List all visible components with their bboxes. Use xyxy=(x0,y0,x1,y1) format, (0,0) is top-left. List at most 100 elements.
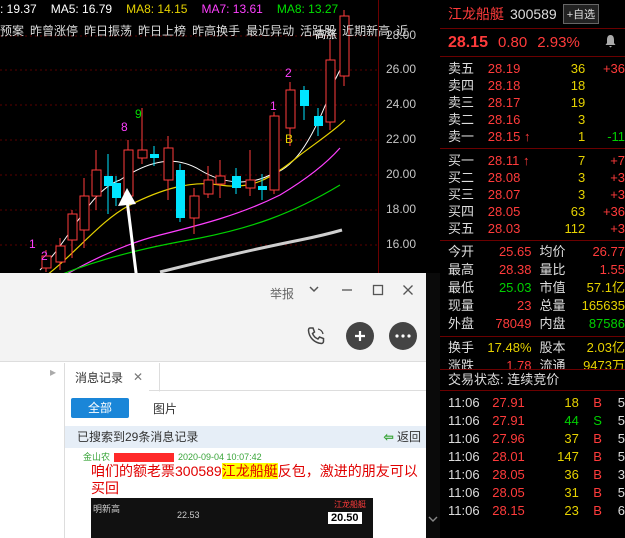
bid-row: 买一 28.11 ↑ 7 +7 xyxy=(448,153,625,168)
candle-body xyxy=(91,169,102,197)
function-bar: 预案 昨曾涨停 昨日振荡 昨日上榜 昨高换手 最近异动 活跃股 近期新高近 xyxy=(0,22,414,40)
chart-label-nine: 9 xyxy=(135,107,142,121)
tick-row: 11:06 27.91 44 S 5 xyxy=(448,413,625,428)
price-tick: 20.00 xyxy=(386,167,417,181)
ma-legend: : 19.37 MA5: 16.79 MA8: 14.15 MA7: 13.61 MA8… xyxy=(0,0,352,18)
close-icon[interactable] xyxy=(402,284,414,299)
candle-body xyxy=(285,89,296,129)
add-watchlist-label: 自选 xyxy=(573,9,596,21)
ask-row: 卖二 28.16 3 xyxy=(448,112,586,127)
filter-all-button[interactable]: 全部 xyxy=(71,398,129,418)
stat-row: 最高 28.38 量比 1.55 xyxy=(448,262,625,277)
candle-body xyxy=(79,195,90,231)
report-button[interactable]: 举报 xyxy=(270,285,294,302)
candle-body xyxy=(258,186,267,190)
message-image[interactable]: 明新高 22.53 江龙船艇 20.50 xyxy=(91,498,373,538)
back-arrow-icon: ⇦ xyxy=(383,430,394,444)
search-result-bar: 已搜索到29条消息记录 ⇦ 返回 xyxy=(65,426,427,448)
filter-images-button[interactable]: 图片 xyxy=(153,400,177,417)
ma-line-gray xyxy=(159,228,343,274)
candle-body xyxy=(123,149,134,197)
candle-body xyxy=(112,183,121,198)
up-arrow-icon: ↑ xyxy=(520,129,531,144)
quote-panel: 江龙船艇 300589 +自选 28.15 0.80 2.93% 卖五 28.19… xyxy=(440,0,625,538)
bid-price: 28.11 xyxy=(487,153,520,168)
back-button[interactable]: ⇦ 返回 xyxy=(384,426,421,448)
sender-name: 金山农 xyxy=(83,452,111,462)
stat-row: 最低 25.03 市值 57.1亿 xyxy=(448,280,625,295)
up-arrow-icon: ↑ xyxy=(519,153,530,168)
chat-window[interactable]: 举报 ▸ 消息记录 ✕ 全部 图片 已搜索到29条消息记录 ⇦ 返回 金山农 2… xyxy=(0,273,427,538)
stat-row: 现量 23 总量 165635 xyxy=(448,298,625,313)
price-tick: 16.00 xyxy=(386,237,417,251)
bid-row: 买二 28.08 3 +3 xyxy=(448,170,625,185)
ma-legend-item: MA5: 16.79 xyxy=(50,2,113,16)
stock-code: 300589 xyxy=(510,6,557,22)
ask-row: 卖一 28.15 ↑ 1 -11 xyxy=(448,129,625,144)
func-item[interactable]: 昨高换手 xyxy=(192,24,240,38)
search-result-text: 已搜索到29条消息记录 xyxy=(77,430,199,444)
candle-body xyxy=(203,179,214,195)
ask-row: 卖四 28.18 18 xyxy=(448,78,586,93)
price-tick: 24.00 xyxy=(386,97,417,111)
candle-body xyxy=(232,176,241,188)
grid xyxy=(0,35,378,246)
close-tab-icon[interactable]: ✕ xyxy=(133,370,143,384)
func-item[interactable]: 活跃股 xyxy=(300,24,336,38)
func-item[interactable]: 昨日振荡 xyxy=(84,24,132,38)
candles xyxy=(41,10,350,272)
ask-book: 卖五 28.19 36 +36 卖四 28.18 18 卖三 28.17 19 卖二 28.16… xyxy=(440,57,625,145)
ma-legend-item: : 19.37 xyxy=(0,2,37,16)
tick-row: 11:06 28.05 36 B 3 xyxy=(448,467,625,482)
img-label-price: 22.53 xyxy=(177,510,200,520)
minimize-icon[interactable] xyxy=(341,284,353,299)
bid-row: 买三 28.07 3 +3 xyxy=(448,187,625,202)
chat-toolbar xyxy=(0,311,426,362)
func-item[interactable]: 预案 xyxy=(0,24,24,38)
tick-row: 11:06 27.96 37 B 5 xyxy=(448,431,625,446)
more-icon[interactable] xyxy=(389,322,417,350)
chart-label-eight: 8 xyxy=(121,120,128,134)
quote-header: 江龙船艇 300589 +自选 xyxy=(440,0,625,28)
tab-divider xyxy=(149,390,427,391)
chart-label-one-left: 1 xyxy=(29,237,36,251)
candle-body xyxy=(314,116,323,126)
candle-body xyxy=(325,59,336,123)
phone-icon[interactable] xyxy=(302,322,330,350)
price-tick: 28.00 xyxy=(386,28,417,42)
back-label: 返回 xyxy=(396,430,421,444)
ma-legend-item: MA8: 13.27 xyxy=(276,2,339,16)
func-item[interactable]: 昨日上榜 xyxy=(138,24,186,38)
price-tick: 26.00 xyxy=(386,62,417,76)
candle-body xyxy=(150,154,159,158)
message-time: 2020-09-04 10:07:42 xyxy=(178,452,262,462)
bid-book: 买一 28.11 ↑ 7 +7 买二 28.08 3 +3 买三 28.07 3 +3 买四 28.… xyxy=(440,149,625,237)
tab-message-history[interactable]: 消息记录 ✕ xyxy=(65,363,160,392)
chevron-down-icon[interactable] xyxy=(428,511,438,529)
chart-label-b: B xyxy=(285,132,293,146)
redacted-bar xyxy=(114,453,175,463)
bid-row: 买五 28.03 112 +3 xyxy=(448,221,625,236)
tick-row: 11:06 28.05 31 B 5 xyxy=(448,485,625,500)
price-change: 0.80 xyxy=(498,34,528,51)
func-item[interactable]: 昨曾涨停 xyxy=(30,24,78,38)
img-label-value: 20.50 xyxy=(328,512,362,524)
add-watchlist-button[interactable]: +自选 xyxy=(562,4,600,24)
candle-body xyxy=(137,149,148,159)
stock-name: 江龙船艇 xyxy=(448,6,504,22)
chevron-down-icon[interactable] xyxy=(308,283,320,298)
ask-row: 卖五 28.19 36 +36 xyxy=(448,61,625,76)
maximize-icon[interactable] xyxy=(372,284,384,299)
ma-legend-item: MA7: 13.61 xyxy=(201,2,263,16)
func-item[interactable]: 最近异动 xyxy=(246,24,294,38)
bell-icon[interactable] xyxy=(604,34,617,52)
candle-body xyxy=(300,90,309,106)
candle-body xyxy=(55,245,66,263)
add-icon[interactable] xyxy=(346,322,374,350)
chat-scrollbar[interactable] xyxy=(426,273,440,538)
stats-table: 今开 25.65 均价 26.77 最高 28.38 量比 1.55 最低 25.03 市值 57… xyxy=(440,241,625,333)
chat-left-arrow: ▸ xyxy=(50,365,57,379)
message-meta: 金山农 2020-09-04 10:07:42 xyxy=(83,450,262,463)
candle-body xyxy=(176,170,185,218)
last-price: 28.15 xyxy=(448,33,489,51)
